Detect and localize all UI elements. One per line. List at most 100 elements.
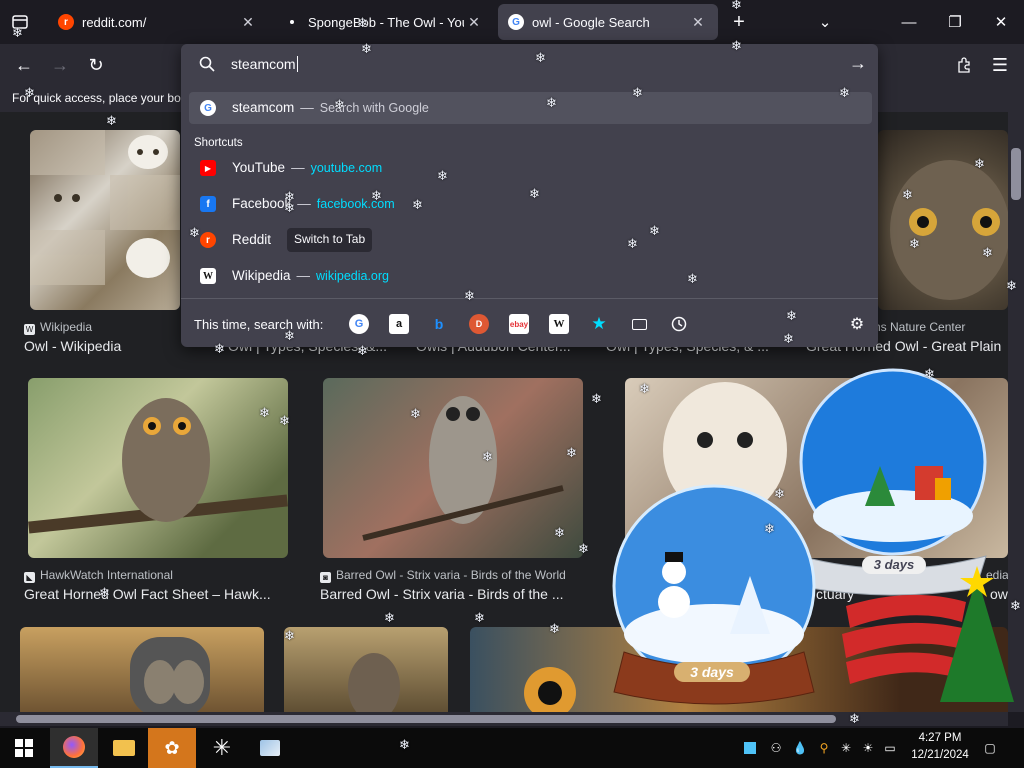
minimize-icon: —	[901, 13, 917, 31]
shortcut-youtube[interactable]: ▶ YouTube — youtube.com	[189, 152, 872, 184]
close-icon[interactable]: ✕	[464, 14, 484, 31]
close-icon[interactable]: ✕	[688, 14, 708, 31]
plus-icon: +	[733, 10, 745, 33]
wikipedia-icon[interactable]: W	[549, 314, 569, 334]
search-with-label: This time, search with:	[194, 317, 324, 332]
duckduckgo-icon[interactable]: D	[469, 314, 489, 334]
wikipedia-icon: W	[24, 324, 35, 335]
folder-icon	[113, 740, 135, 756]
audio-dot-icon	[288, 14, 296, 30]
bookmarks-star-icon[interactable]: ★	[589, 314, 609, 334]
arrow-left-icon: ←	[15, 54, 33, 75]
tab-youtube[interactable]: SpongeBob - The Owl - YouTube ✕	[274, 4, 494, 40]
shortcut-wikipedia[interactable]: W Wikipedia — wikipedia.org	[189, 260, 872, 292]
result-image[interactable]	[878, 130, 1008, 310]
go-button[interactable]: →	[849, 53, 867, 74]
windows-logo-icon	[15, 739, 33, 757]
puzzle-icon	[958, 57, 970, 73]
result-title[interactable]: Great Horned Owl Fact Sheet – Hawk...	[24, 586, 289, 602]
app-icon: ✿	[164, 737, 180, 758]
bing-icon[interactable]: b	[429, 314, 449, 334]
back-button[interactable]: ←	[9, 50, 39, 80]
url-bar-dropdown: steamcom → G steamcom — Search with Google…	[181, 44, 878, 347]
chevron-down-icon: ⌄	[818, 14, 832, 31]
wikipedia-icon: W	[200, 268, 216, 284]
close-icon: ✕	[994, 14, 1008, 31]
owl-collage-image	[30, 130, 180, 285]
amazon-icon[interactable]: a	[389, 314, 409, 334]
source-icon: ◙	[320, 572, 331, 583]
shortcuts-heading: Shortcuts	[194, 137, 243, 149]
photos-icon	[260, 740, 280, 756]
result-image[interactable]	[323, 378, 583, 558]
barred-owl-image	[362, 396, 564, 541]
restore-button[interactable]: ❐	[932, 0, 978, 44]
owl-pair-image	[130, 637, 210, 712]
tray-brightness-icon[interactable]: ☀	[860, 740, 876, 756]
result-title[interactable]: Owl - Wikipedia	[24, 338, 204, 354]
google-icon: G	[508, 14, 524, 30]
scrollbar-thumb[interactable]	[1011, 148, 1021, 200]
tray-search-icon[interactable]: ⚲	[816, 740, 832, 756]
tray-people-icon[interactable]: ⚇	[768, 740, 784, 756]
tray-network-icon[interactable]: ▭	[882, 740, 898, 756]
firefox-icon	[63, 736, 85, 758]
action-center-icon[interactable]: ▢	[982, 740, 998, 756]
taskbar-file-explorer[interactable]	[100, 728, 148, 768]
clock-date[interactable]: 12/21/2024	[905, 749, 975, 761]
result-image[interactable]	[28, 378, 288, 558]
reddit-icon: r	[58, 14, 74, 30]
result-source: W Wikipedia	[24, 320, 93, 335]
taskbar-snow-app[interactable]: ✳	[198, 728, 246, 768]
tab-google[interactable]: G owl - Google Search ✕	[498, 4, 718, 40]
reddit-icon: r	[200, 232, 216, 248]
taskbar-photos[interactable]	[246, 728, 294, 768]
history-icon[interactable]	[669, 314, 689, 334]
result-source: ◣ HawkWatch International	[24, 568, 173, 583]
result-title[interactable]: Barred Owl - Strix varia - Birds of the …	[320, 586, 582, 602]
shortcut-reddit[interactable]: r Reddit Switch to Tab	[189, 224, 872, 256]
result-image[interactable]	[30, 130, 180, 310]
list-tabs-icon	[12, 15, 28, 29]
snowflake-icon: ✳	[212, 735, 232, 760]
christmas-widgets	[612, 368, 1014, 705]
restore-icon: ❐	[948, 14, 962, 31]
extensions-button[interactable]	[949, 50, 979, 80]
tabs-icon[interactable]	[629, 314, 649, 334]
hamburger-menu-icon: ☰	[991, 54, 1009, 75]
close-window-button[interactable]: ✕	[978, 0, 1024, 44]
new-tab-button[interactable]: +	[716, 0, 762, 44]
reload-button[interactable]: ↻	[81, 50, 111, 80]
countdown-label: 3 days	[862, 556, 926, 574]
result-image[interactable]	[20, 627, 264, 712]
youtube-icon: ▶	[200, 160, 216, 176]
taskbar-firefox[interactable]	[50, 728, 98, 768]
google-icon[interactable]: G	[349, 314, 369, 334]
taskbar-app[interactable]: ✿	[148, 728, 196, 768]
clock-time[interactable]: 4:27 PM	[905, 732, 975, 744]
tray-app-icon[interactable]	[744, 742, 756, 754]
tab-strip: r reddit.com/ ✕ SpongeBob - The Owl - Yo…	[0, 0, 1024, 44]
facebook-icon: f	[200, 196, 216, 212]
gear-icon[interactable]: ⚙	[847, 314, 867, 334]
tab-overview-button[interactable]	[0, 0, 40, 44]
switch-to-tab-chip[interactable]: Switch to Tab	[287, 228, 373, 252]
close-icon[interactable]: ✕	[238, 14, 258, 31]
shortcut-facebook[interactable]: f Facebook — facebook.com	[189, 188, 872, 220]
minimize-button[interactable]: —	[886, 0, 932, 44]
tray-snowflake-icon[interactable]: ✳	[838, 740, 854, 756]
tray-drop-icon[interactable]: 💧	[792, 740, 808, 756]
start-button[interactable]	[0, 728, 48, 768]
owl-image	[348, 653, 400, 712]
url-input[interactable]: steamcom →	[181, 44, 878, 84]
ebay-icon[interactable]: ebay	[509, 314, 529, 334]
app-menu-button[interactable]: ☰	[985, 50, 1015, 80]
result-image[interactable]	[284, 627, 448, 712]
great-horned-owl-image	[28, 398, 288, 534]
divider	[181, 298, 878, 299]
list-all-tabs-button[interactable]: ⌄	[802, 0, 848, 44]
forward-button[interactable]: →	[45, 50, 75, 80]
result-source: ns Nature Center	[874, 320, 966, 334]
tab-reddit[interactable]: r reddit.com/ ✕	[48, 4, 268, 40]
search-suggestion[interactable]: G steamcom — Search with Google	[189, 92, 872, 124]
